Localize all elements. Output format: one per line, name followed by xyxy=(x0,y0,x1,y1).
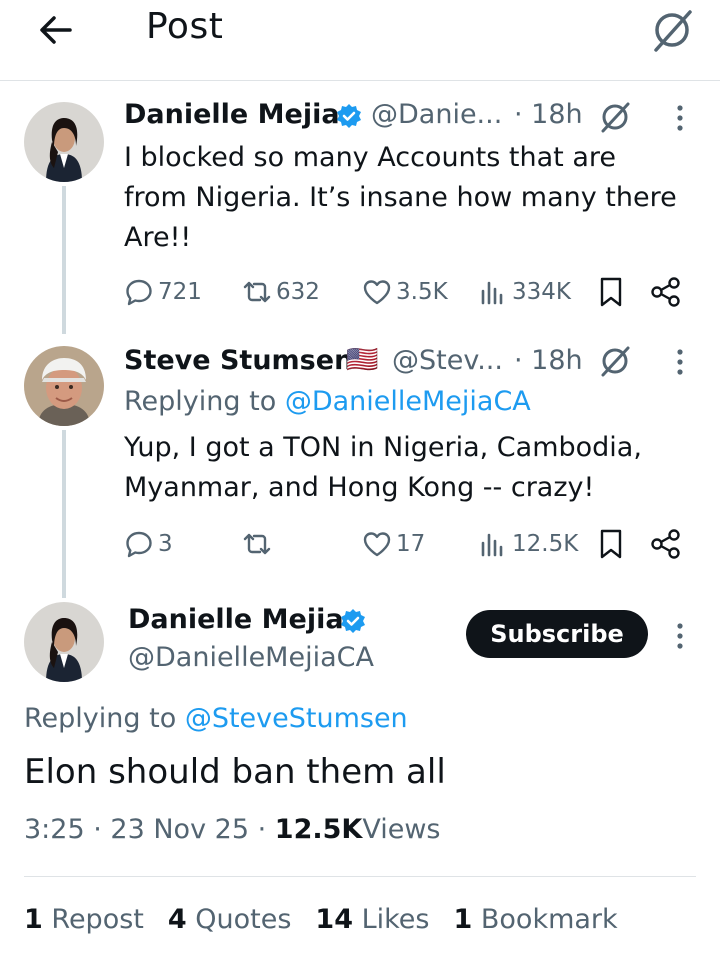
reposts-label: Repost xyxy=(51,904,144,935)
replying-to-label: Replying to xyxy=(124,386,277,417)
reply-count: 721 xyxy=(158,279,202,305)
post-text-line: Are!! xyxy=(124,222,192,253)
likes-stat[interactable]: 14 Likes xyxy=(315,904,429,935)
divider xyxy=(24,876,696,877)
post-text: Elon should ban them all xyxy=(24,752,446,792)
view-count: 334K xyxy=(512,279,571,305)
repost-icon xyxy=(242,277,272,307)
more-options-icon[interactable] xyxy=(670,618,690,654)
views-button[interactable]: 334K xyxy=(478,274,571,310)
heart-icon xyxy=(362,529,392,559)
post-text: I blocked so many Accounts that are from… xyxy=(124,138,694,258)
reply-button[interactable]: 3 xyxy=(124,526,173,562)
like-button[interactable]: 17 xyxy=(362,526,425,562)
grok-icon[interactable] xyxy=(598,100,632,134)
likes-count: 14 xyxy=(315,904,353,935)
bookmark-icon[interactable] xyxy=(598,528,624,560)
author-handle[interactable]: @Danie... xyxy=(371,99,502,130)
view-count: 12.5K xyxy=(512,531,579,557)
quotes-count: 4 xyxy=(167,904,187,935)
avatar[interactable] xyxy=(24,602,104,682)
subscribe-button[interactable]: Subscribe xyxy=(466,610,648,658)
grok-icon[interactable] xyxy=(598,344,632,378)
replying-to-label: Replying to xyxy=(24,703,177,734)
bookmarks-label: Bookmark xyxy=(480,904,618,935)
top-bar xyxy=(0,0,720,81)
more-options-icon[interactable] xyxy=(670,344,690,380)
views-label: Views xyxy=(362,814,441,845)
bookmarks-stat[interactable]: 1 Bookmark xyxy=(454,904,618,935)
author-name[interactable]: Steve Stumsen xyxy=(124,345,353,376)
verified-badge-icon xyxy=(340,608,366,634)
analytics-icon xyxy=(478,277,508,307)
author-name[interactable]: Danielle Mejia xyxy=(128,604,344,635)
post-text-line: I blocked so many Accounts that are xyxy=(124,142,616,173)
reply-icon xyxy=(124,529,154,559)
heart-icon xyxy=(362,277,392,307)
verified-badge-icon xyxy=(336,103,362,129)
thread-line xyxy=(62,186,66,334)
like-count: 3.5K xyxy=(396,279,448,305)
bookmarks-count: 1 xyxy=(453,904,473,935)
arrow-left-icon[interactable] xyxy=(34,8,78,52)
repost-icon xyxy=(242,529,272,559)
reply-count: 3 xyxy=(158,531,173,557)
thread-line xyxy=(62,430,66,598)
post-date[interactable]: 23 Nov 25 xyxy=(110,814,249,845)
avatar[interactable] xyxy=(24,346,104,426)
post-text: Yup, I got a TON in Nigeria, Cambodia, M… xyxy=(124,428,694,508)
views-button[interactable]: 12.5K xyxy=(478,526,578,562)
more-options-icon[interactable] xyxy=(670,100,690,136)
likes-label: Likes xyxy=(361,904,430,935)
repost-button[interactable]: 632 xyxy=(242,274,320,310)
grok-icon[interactable] xyxy=(648,6,696,54)
post-time[interactable]: 3:25 xyxy=(24,814,85,845)
views-count: 12.5K xyxy=(274,814,363,845)
us-flag-emoji: 🇺🇸 xyxy=(346,345,379,375)
post-time[interactable]: · 18h xyxy=(514,345,583,376)
reply-icon xyxy=(124,277,154,307)
post-text-line: Myanmar, and Hong Kong -- crazy! xyxy=(124,472,595,503)
author-handle[interactable]: @DanielleMejiaCA xyxy=(128,642,374,673)
share-icon[interactable] xyxy=(650,276,682,308)
repost-count: 632 xyxy=(276,279,320,305)
quotes-stat[interactable]: 4 Quotes xyxy=(168,904,292,935)
reposts-count: 1 xyxy=(24,904,43,935)
like-count: 17 xyxy=(396,531,426,557)
page-title: Post xyxy=(146,6,224,47)
replying-to-link[interactable]: @SteveStumsen xyxy=(185,703,408,734)
replying-to-link[interactable]: @DanielleMejiaCA xyxy=(285,386,531,417)
repost-button[interactable] xyxy=(242,526,276,562)
post-meta: 3:25 · 23 Nov 25 · 12.5KViews xyxy=(24,814,440,845)
separator: · xyxy=(93,814,102,845)
replying-to: Replying to @SteveStumsen xyxy=(24,703,408,734)
analytics-icon xyxy=(478,529,508,559)
post-text-line: from Nigeria. It’s insane how many there xyxy=(124,182,677,213)
reply-button[interactable]: 721 xyxy=(124,274,202,310)
avatar[interactable] xyxy=(24,102,104,182)
quotes-label: Quotes xyxy=(195,904,292,935)
author-name[interactable]: Danielle Mejia xyxy=(124,99,340,130)
like-button[interactable]: 3.5K xyxy=(362,274,448,310)
post-text-line: Yup, I got a TON in Nigeria, Cambodia, xyxy=(124,432,642,463)
author-handle[interactable]: @Stev... xyxy=(392,345,503,376)
replying-to: Replying to @DanielleMejiaCA xyxy=(124,386,531,417)
post-time[interactable]: · 18h xyxy=(514,99,583,130)
engagement-stats: 1 Repost 4 Quotes 14 Likes 1 Bookmark xyxy=(24,904,618,935)
share-icon[interactable] xyxy=(650,528,682,560)
reposts-stat[interactable]: 1 Repost xyxy=(24,904,144,935)
separator: · xyxy=(257,814,267,845)
bookmark-icon[interactable] xyxy=(598,276,624,308)
